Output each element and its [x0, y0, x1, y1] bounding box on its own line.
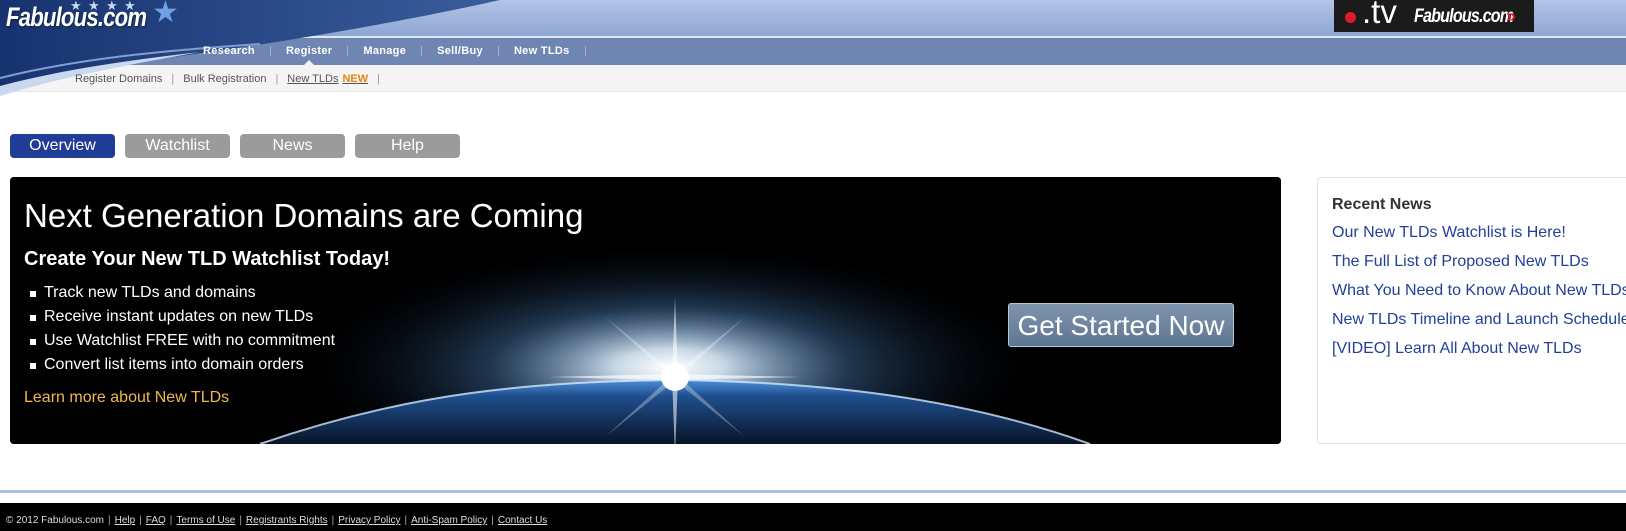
footer-contact-link[interactable]: Contact Us: [498, 515, 547, 526]
news-list: Our New TLDs Watchlist is Here! The Full…: [1332, 218, 1626, 363]
footer-separator: |: [331, 515, 335, 526]
get-started-button[interactable]: Get Started Now: [1008, 303, 1234, 347]
star-icon: ★: [70, 0, 82, 13]
footer-anti-spam-link[interactable]: Anti-Spam Policy: [411, 515, 487, 526]
page-tabs: Overview Watchlist News Help: [10, 134, 470, 158]
new-badge: NEW: [342, 73, 369, 85]
nav-register[interactable]: Register: [271, 45, 347, 65]
feature-item: Track new TLDs and domains: [30, 281, 335, 305]
news-link[interactable]: What You Need to Know About New TLDs: [1332, 276, 1626, 305]
star-icon: ★: [88, 0, 100, 13]
footer-links: © 2012 Fabulous.com | Help | FAQ | Terms of Us…: [6, 515, 547, 526]
footer-separator: |: [107, 515, 111, 526]
feature-item: Receive instant updates on new TLDs: [30, 305, 335, 329]
hero-banner: Next Generation Domains are Coming Creat…: [10, 177, 1281, 444]
nav-new-tlds[interactable]: New TLDs: [499, 45, 585, 57]
news-link[interactable]: New TLDs Timeline and Launch Schedule: [1332, 305, 1626, 334]
subnav-new-tlds[interactable]: New TLDs NEW: [278, 73, 377, 85]
recent-news-panel: Recent News Our New TLDs Watchlist is He…: [1317, 177, 1626, 444]
hero-subtitle: Create Your New TLD Watchlist Today!: [24, 248, 390, 270]
star-icon: ★: [124, 0, 136, 13]
subnav-register-domains[interactable]: Register Domains: [75, 73, 171, 85]
star-icon: ★: [106, 0, 118, 13]
tab-help[interactable]: Help: [355, 134, 460, 158]
feature-item: Use Watchlist FREE with no commitment: [30, 329, 335, 353]
tab-watchlist[interactable]: Watchlist: [125, 134, 230, 158]
red-dot-icon: [1345, 12, 1356, 23]
tab-overview[interactable]: Overview: [10, 134, 115, 158]
subnav-new-tlds-label: New TLDs: [287, 73, 339, 85]
tab-news[interactable]: News: [240, 134, 345, 158]
learn-more-link[interactable]: Learn more about New TLDs: [24, 389, 229, 407]
footer-faq-link[interactable]: FAQ: [146, 515, 166, 526]
footer-separator: |: [491, 515, 494, 526]
main-navigation: Research Register Manage Sell/Buy New TL…: [188, 40, 586, 65]
hero-title: Next Generation Domains are Coming: [24, 197, 584, 234]
news-link[interactable]: Our New TLDs Watchlist is Here!: [1332, 218, 1626, 247]
site-footer: © 2012 Fabulous.com | Help | FAQ | Terms of Us…: [0, 503, 1626, 531]
footer-divider: [0, 490, 1626, 493]
footer-separator: |: [239, 515, 242, 526]
footer-registrants-rights-link[interactable]: Registrants Rights: [246, 515, 328, 526]
footer-separator: |: [404, 515, 408, 526]
ad-tv-text: .tv: [1362, 0, 1397, 30]
copyright: © 2012 Fabulous.com: [6, 515, 104, 526]
footer-help-link[interactable]: Help: [115, 515, 136, 526]
site-header: Fabulous.com ★ ★ ★ ★ ★ .tv Fabulous.com …: [0, 0, 1626, 96]
feature-list: Track new TLDs and domains Receive insta…: [30, 281, 335, 377]
sub-navigation: Register Domains | Bulk Registration | N…: [75, 71, 380, 87]
star-icon: ★: [152, 0, 179, 29]
feature-item: Convert list items into domain orders: [30, 353, 335, 377]
subnav-bulk-registration[interactable]: Bulk Registration: [174, 73, 275, 85]
nav-manage[interactable]: Manage: [348, 45, 421, 57]
ad-brand-text: Fabulous.com: [1414, 6, 1514, 27]
chevron-right-icon: »: [1506, 6, 1517, 26]
news-link[interactable]: [VIDEO] Learn All About New TLDs: [1332, 334, 1626, 363]
footer-privacy-link[interactable]: Privacy Policy: [338, 515, 400, 526]
footer-separator: |: [139, 515, 142, 526]
footer-terms-link[interactable]: Terms of Use: [176, 515, 235, 526]
footer-separator: |: [169, 515, 173, 526]
news-link[interactable]: The Full List of Proposed New TLDs: [1332, 247, 1626, 276]
tv-advertisement[interactable]: .tv Fabulous.com »: [1334, 0, 1534, 32]
recent-news-title: Recent News: [1332, 196, 1432, 213]
subnav-divider: |: [377, 73, 380, 85]
nav-sell-buy[interactable]: Sell/Buy: [422, 45, 498, 57]
nav-divider: [584, 46, 586, 56]
nav-research[interactable]: Research: [188, 45, 270, 57]
